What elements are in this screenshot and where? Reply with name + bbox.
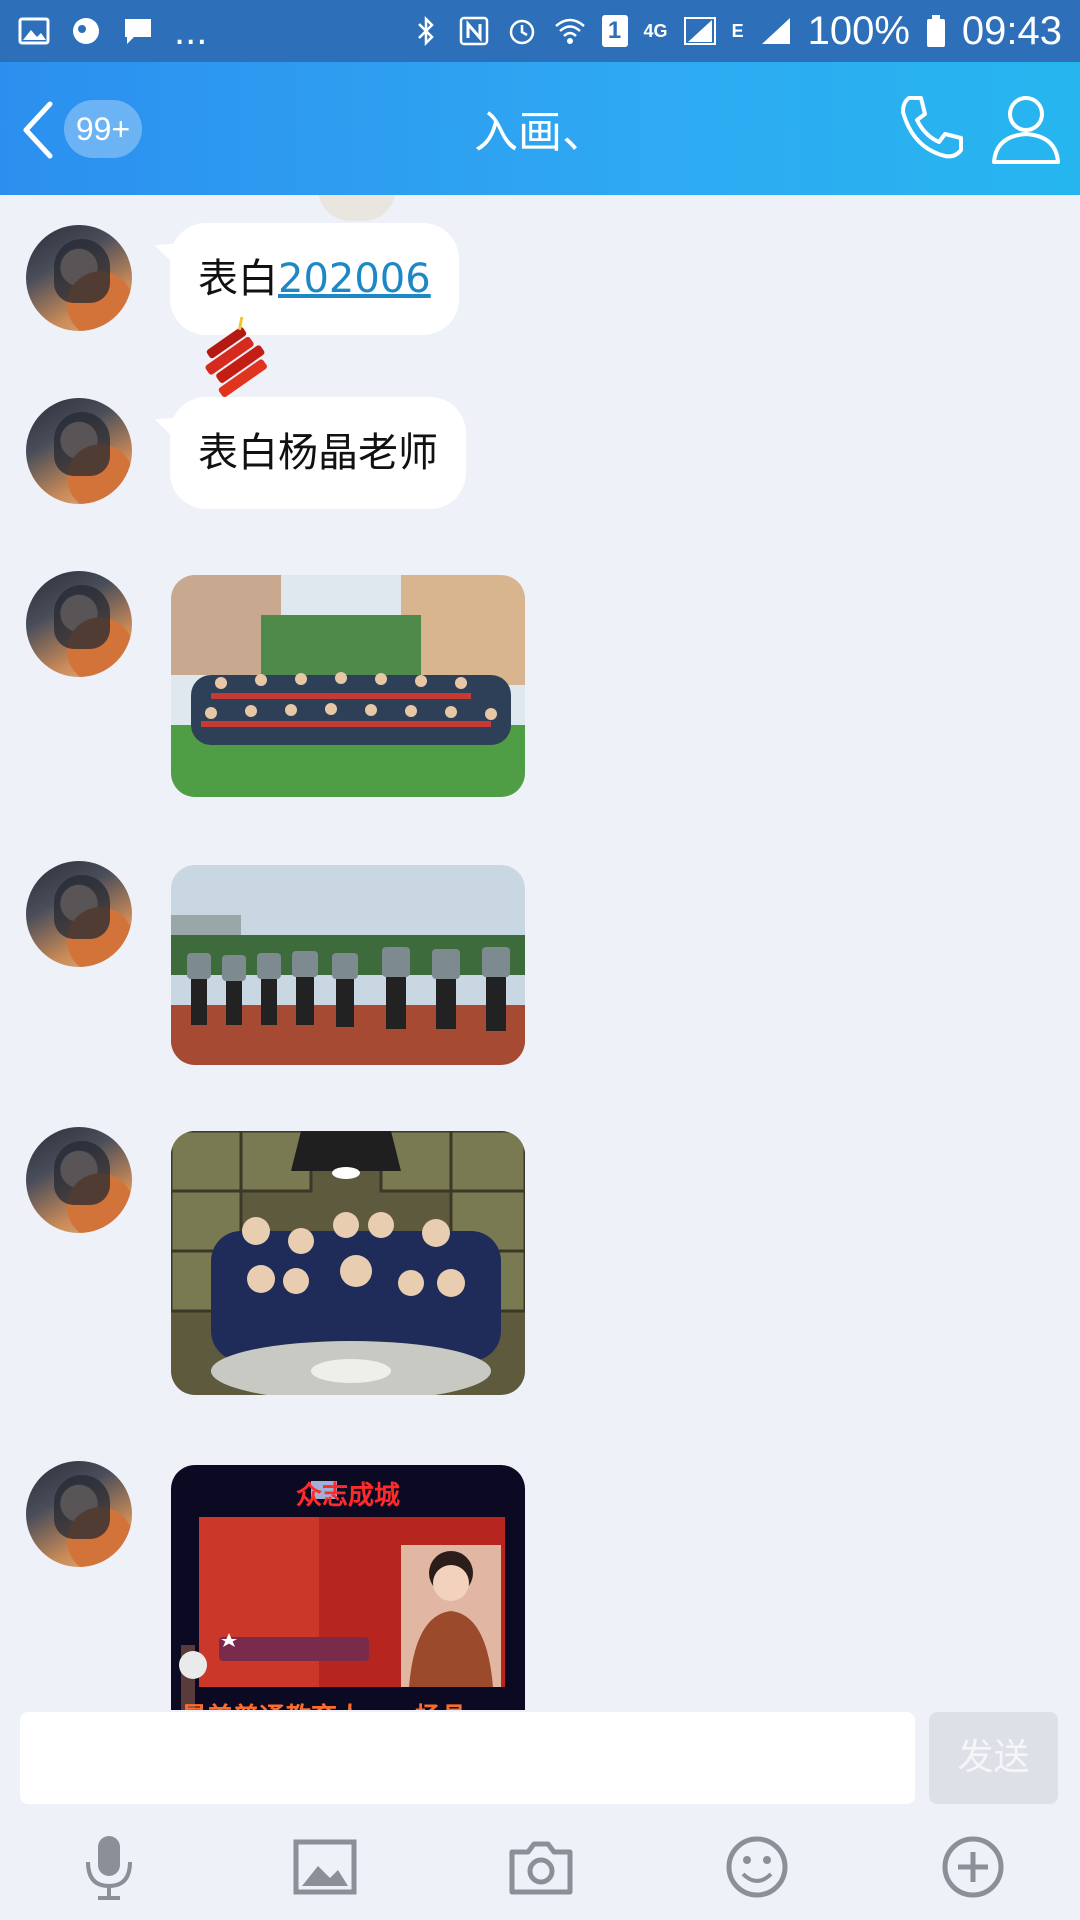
image-message[interactable]: 众志成城 最美普通教育人——杨晶 xyxy=(171,1465,525,1710)
more-notifications: ... xyxy=(174,8,208,53)
avatar[interactable] xyxy=(26,1461,132,1567)
signal-icon xyxy=(683,17,716,45)
avatar[interactable] xyxy=(26,1127,132,1233)
message-input[interactable] xyxy=(20,1712,915,1804)
image-message[interactable] xyxy=(171,575,525,797)
formation-photo-track xyxy=(171,865,525,1065)
send-button[interactable]: 发送 xyxy=(929,1712,1058,1804)
alarm-icon xyxy=(509,19,534,45)
status-bar: ... 1 4G E 100% 09:43 xyxy=(0,0,1080,62)
avatar[interactable] xyxy=(26,861,132,967)
sim-indicator: 1 xyxy=(601,15,628,47)
battery-percent: 100% xyxy=(807,8,910,53)
phone-call-icon[interactable] xyxy=(895,92,967,164)
dinner-photo xyxy=(171,1131,525,1395)
app-notification-icon xyxy=(73,18,99,44)
image-message[interactable] xyxy=(171,1131,525,1395)
input-bar: 发送 xyxy=(0,1710,1080,1920)
microphone-icon[interactable] xyxy=(74,1832,144,1902)
message-text: 表白 xyxy=(198,256,278,302)
firecracker-icon xyxy=(205,317,267,398)
message-link[interactable]: 202006 xyxy=(278,256,431,302)
clock: 09:43 xyxy=(961,8,1062,53)
bluetooth-icon xyxy=(417,16,434,46)
stage-caption-top: 众志成城 xyxy=(295,1481,400,1511)
wifi-icon xyxy=(554,18,585,44)
network-e-label: E xyxy=(731,20,744,41)
battery-icon xyxy=(926,15,945,47)
avatar[interactable] xyxy=(26,398,132,504)
message-text: 表白杨晶老师 xyxy=(198,430,438,476)
signal-strength-icon xyxy=(761,18,790,44)
avatar[interactable] xyxy=(26,225,132,331)
message-notification-icon xyxy=(125,19,151,44)
contact-profile-icon[interactable] xyxy=(988,90,1064,166)
network-4g-label: 4G xyxy=(643,20,668,41)
image-message[interactable] xyxy=(171,865,525,1065)
nfc-icon xyxy=(459,16,488,46)
chat-header: 99+ 入画、 xyxy=(0,62,1080,195)
emoji-icon[interactable] xyxy=(722,1832,792,1902)
message-list[interactable]: 表白202006 表白杨晶老师 众志成城 xyxy=(0,195,1080,1710)
message-bubble[interactable]: 表白杨晶老师 xyxy=(170,397,466,509)
avatar[interactable] xyxy=(26,571,132,677)
gallery-notification-icon xyxy=(18,17,50,45)
camera-icon[interactable] xyxy=(506,1832,576,1902)
partial-avatar-top xyxy=(318,195,396,221)
stage-caption-bottom: 最美普通教育人——杨晶 xyxy=(181,1697,467,1710)
plus-icon[interactable] xyxy=(938,1832,1008,1902)
group-photo-field xyxy=(171,575,525,797)
image-icon[interactable] xyxy=(290,1832,360,1902)
